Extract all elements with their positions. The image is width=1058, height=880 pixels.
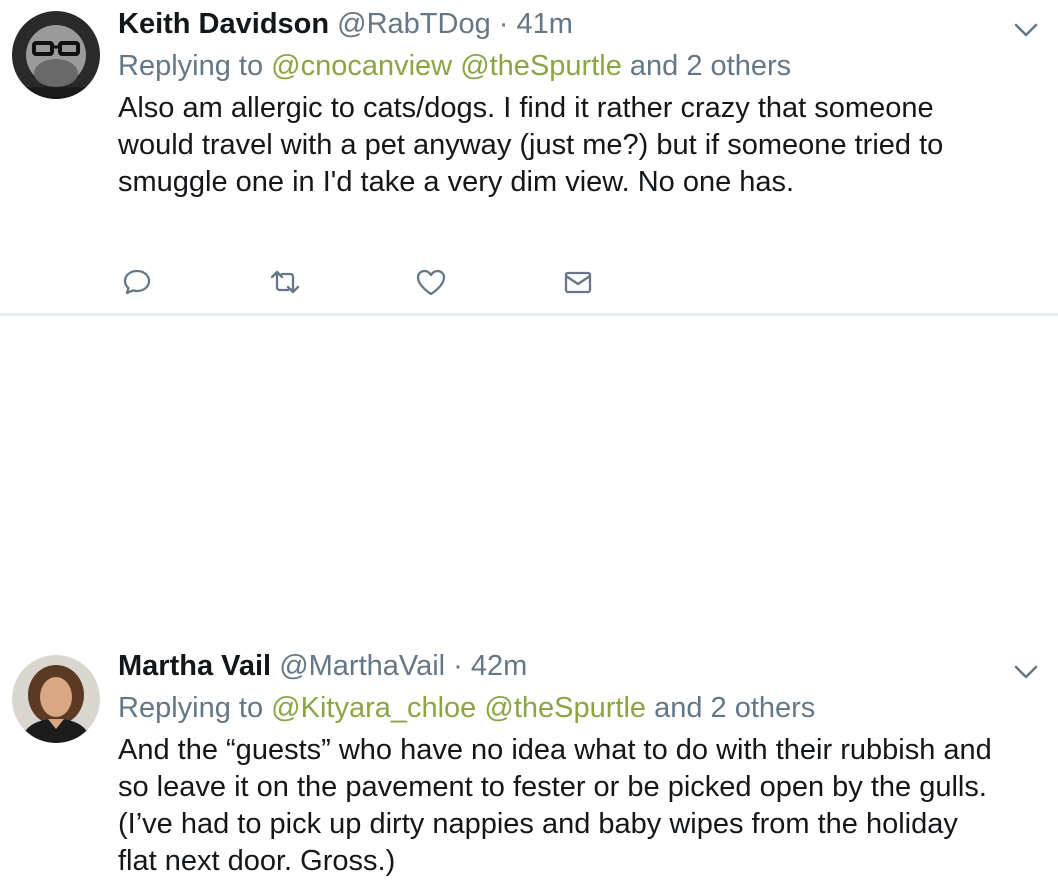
reply-icon[interactable] bbox=[120, 265, 154, 299]
mention-link[interactable]: @Kityara_chloe bbox=[271, 692, 476, 724]
display-name[interactable]: Keith Davidson bbox=[118, 8, 329, 40]
handle[interactable]: @MarthaVail bbox=[279, 650, 445, 682]
others-link[interactable]: and 2 others bbox=[654, 692, 815, 724]
separator-dot: · bbox=[498, 8, 509, 40]
mention-link[interactable]: @cnocanview bbox=[271, 50, 452, 82]
chevron-down-icon[interactable] bbox=[1012, 662, 1040, 682]
tweet-1[interactable]: Keith Davidson @RabTDog · 41m Replying t… bbox=[0, 0, 1058, 316]
timestamp[interactable]: 41m bbox=[517, 8, 573, 40]
tweet-header: Keith Davidson @RabTDog · 41m bbox=[118, 4, 998, 44]
replying-prefix: Replying to bbox=[118, 50, 264, 82]
chevron-down-icon[interactable] bbox=[1012, 20, 1040, 40]
tweet-header: Martha Vail @MarthaVail · 42m bbox=[118, 646, 998, 686]
mention-link[interactable]: @theSpurtle bbox=[460, 50, 622, 82]
replying-prefix: Replying to bbox=[118, 692, 264, 724]
display-name[interactable]: Martha Vail bbox=[118, 650, 271, 682]
handle[interactable]: @RabTDog bbox=[337, 8, 491, 40]
avatar-martha-image bbox=[12, 655, 100, 743]
retweet-icon[interactable] bbox=[268, 265, 302, 299]
avatar[interactable] bbox=[12, 11, 100, 99]
replying-to-line: Replying to @Kityara_chloe @theSpurtle a… bbox=[118, 690, 998, 726]
replying-to-line: Replying to @cnocanview @theSpurtle and … bbox=[118, 48, 998, 84]
tweet-2[interactable]: Martha Vail @MarthaVail · 42m Replying t… bbox=[0, 316, 1058, 877]
avatar[interactable] bbox=[12, 655, 100, 743]
separator-dot: · bbox=[453, 650, 463, 682]
mention-link[interactable]: @theSpurtle bbox=[484, 692, 646, 724]
tweet-actions bbox=[118, 265, 618, 301]
heart-icon[interactable] bbox=[414, 265, 448, 299]
others-link[interactable]: and 2 others bbox=[630, 50, 791, 82]
mail-icon[interactable] bbox=[561, 265, 595, 299]
tweet-text: Also am allergic to cats/dogs. I find it… bbox=[118, 92, 944, 198]
timestamp[interactable]: 42m bbox=[471, 650, 527, 682]
avatar-keith-image bbox=[12, 11, 100, 99]
tweet-text: And the “guests” who have no idea what t… bbox=[118, 734, 992, 877]
